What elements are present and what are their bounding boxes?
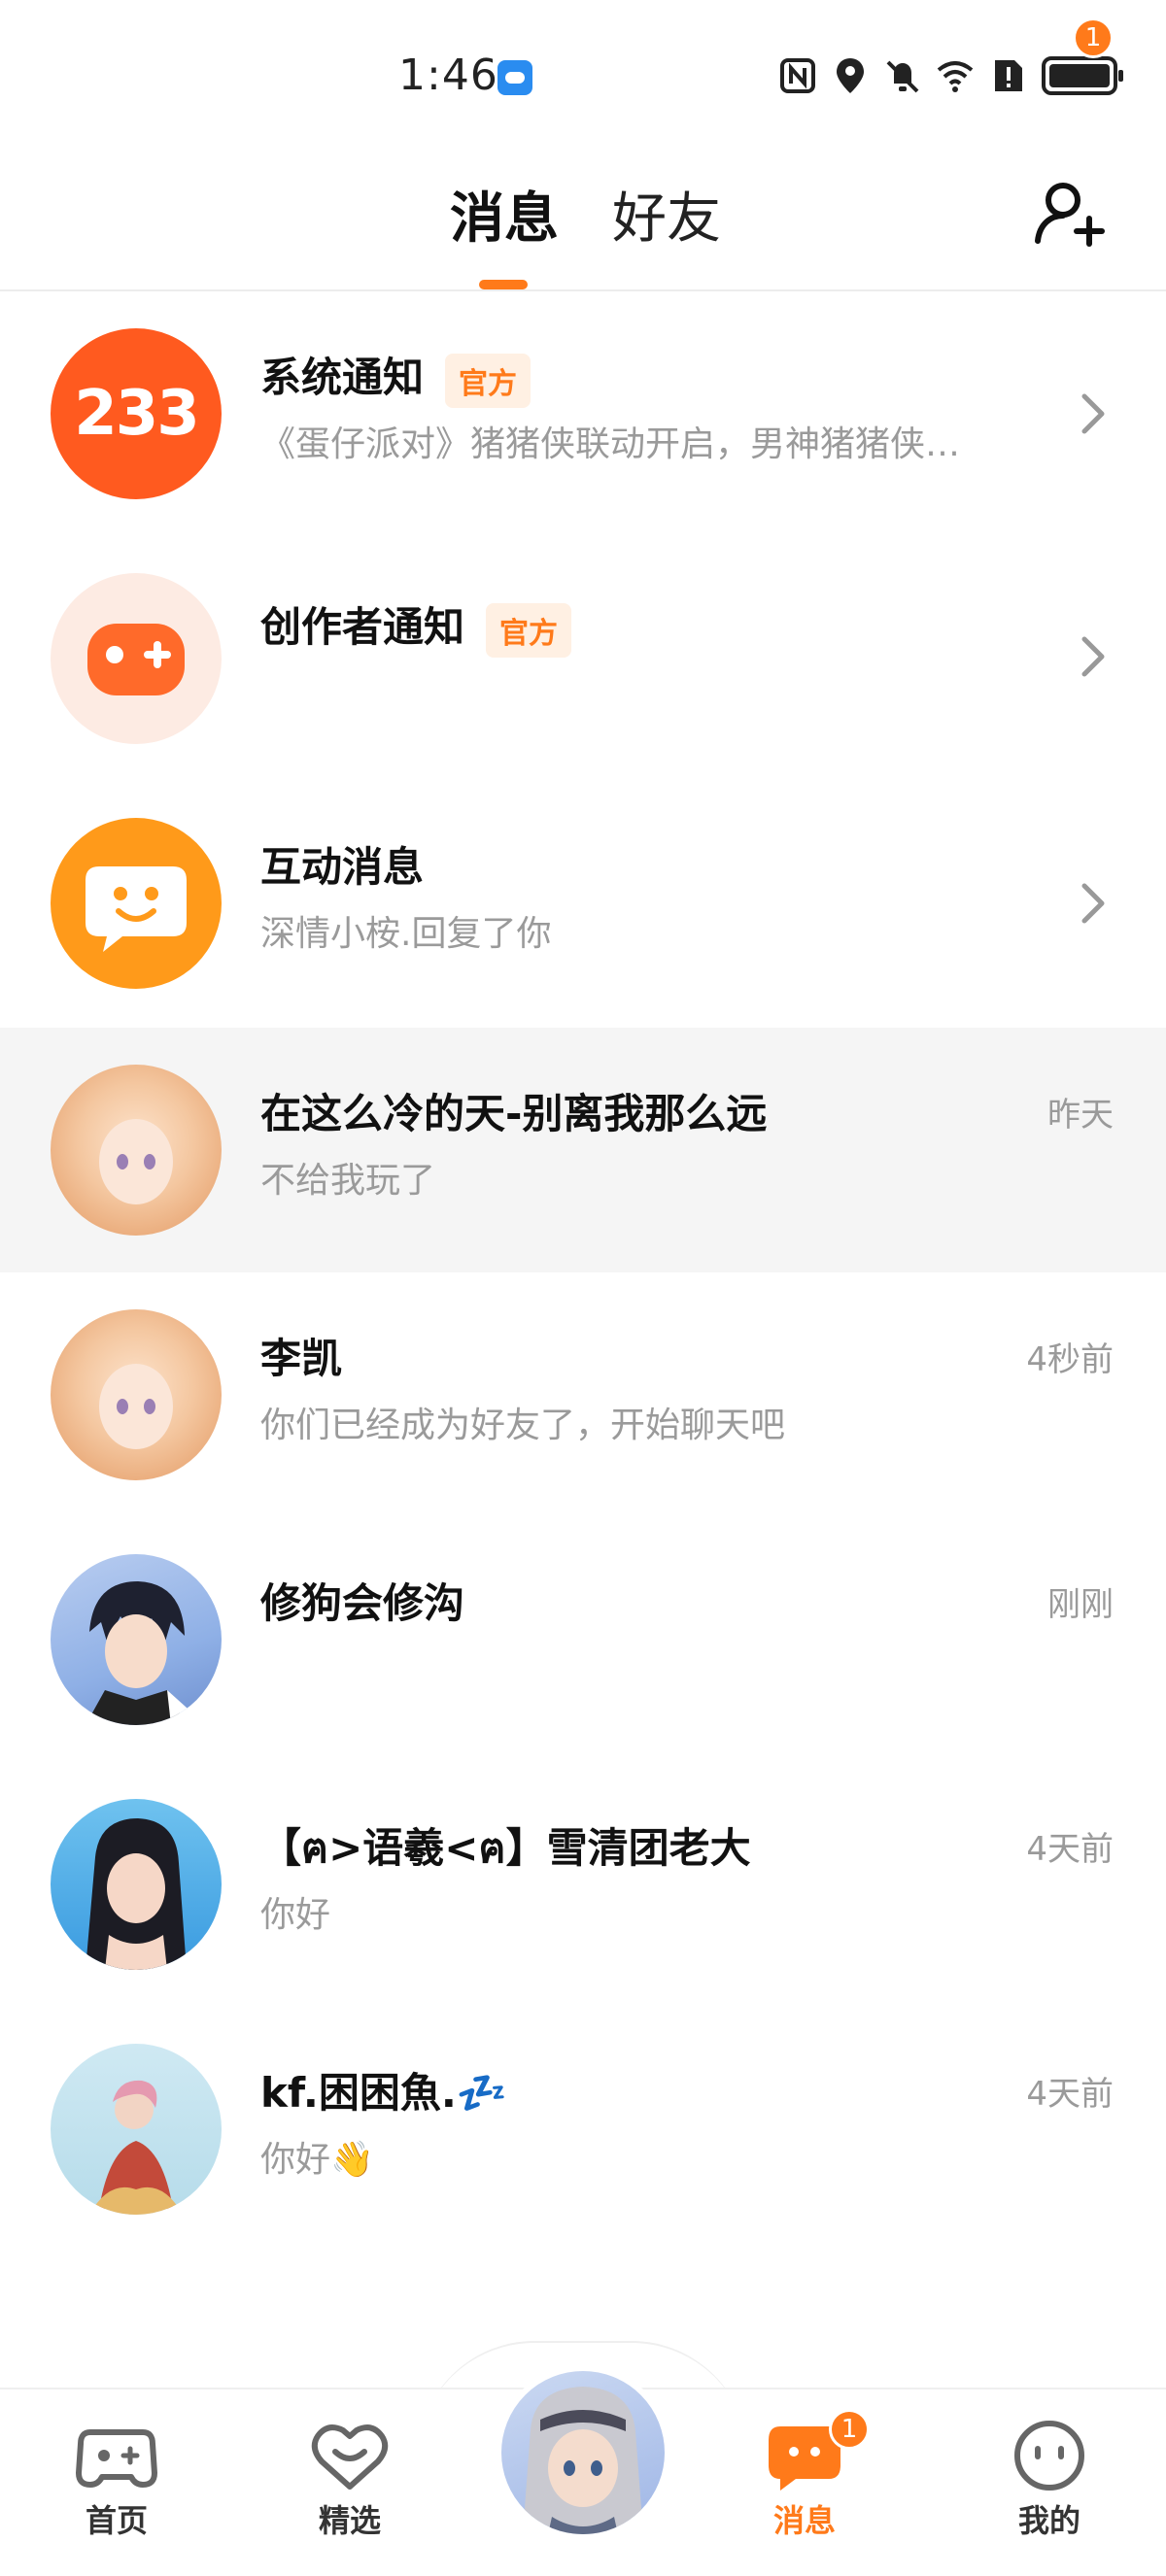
official-badge: 官方 [486, 602, 572, 658]
tab-friends[interactable]: 好友 [612, 175, 721, 254]
message-name: 创作者通知 官方 [260, 594, 572, 658]
message-preview: 《蛋仔派对》猪猪侠联动开启，男神猪猪侠… [260, 424, 961, 464]
message-name: 【ฅ>语羲<ฅ】雪清团老大 [260, 1824, 751, 1872]
user-avatar [51, 1554, 222, 1725]
message-time: 昨天 [1047, 1096, 1114, 1135]
mute-icon [886, 60, 919, 93]
message-preview: 你好👋 [260, 2140, 374, 2180]
message-item-chat[interactable]: kf.困困魚.💤 你好👋 4天前 [0, 2007, 1166, 2252]
status-time: 1:46 [398, 51, 498, 100]
location-icon [837, 58, 864, 93]
message-item-chat[interactable]: 李凯 你们已经成为好友了，开始聊天吧 4秒前 [0, 1272, 1166, 1517]
battery-icon [1042, 56, 1123, 95]
message-preview: 你们已经成为好友了，开始聊天吧 [260, 1406, 786, 1445]
gamepad-icon [87, 624, 185, 695]
message-name-text: 创作者通知 [260, 603, 465, 651]
user-avatar [51, 1065, 222, 1236]
message-name: kf.困困魚.💤 [260, 2069, 508, 2117]
user-avatar [51, 1309, 222, 1480]
message-time: 刚刚 [1047, 1585, 1114, 1624]
anime-girl-avatar-icon [99, 1364, 173, 1449]
smile-bubble-icon [86, 866, 187, 952]
chevron-right-icon [1081, 393, 1105, 434]
nav-home[interactable]: 首页 [49, 2419, 185, 2541]
header: 消息 好友 [0, 146, 1166, 291]
smiley-icon [1014, 2421, 1084, 2491]
official-badge: 官方 [445, 353, 532, 408]
message-name-text: 系统通知 [260, 354, 425, 401]
nav-mine[interactable]: 我的 [981, 2419, 1117, 2541]
creator-avatar [51, 573, 222, 744]
message-item-chat[interactable]: 修狗会修沟 刚刚 [0, 1517, 1166, 1762]
nav-messages-label: 消息 [772, 2502, 836, 2539]
nav-mine-label: 我的 [1017, 2502, 1080, 2539]
chevron-right-icon [1081, 636, 1105, 677]
message-item-system[interactable]: 233 系统通知 官方 《蛋仔派对》猪猪侠联动开启，男神猪猪侠… [0, 291, 1166, 536]
message-name: 系统通知 官方 [260, 345, 532, 408]
message-preview: 你好 [260, 1895, 331, 1935]
nfc-icon [780, 58, 815, 93]
message-item-chat[interactable]: 【ฅ>语羲<ฅ】雪清团老大 你好 4天前 [0, 1762, 1166, 2007]
message-item-chat[interactable]: 在这么冷的天-别离我那么远 不给我玩了 昨天 [0, 1028, 1166, 1272]
anime-girl-avatar-icon [99, 1119, 173, 1204]
message-item-interaction[interactable]: 互动消息 深情小桉.回复了你 [0, 781, 1166, 1026]
message-preview: 不给我玩了 [260, 1161, 436, 1201]
status-bar: 1:46 [0, 0, 1166, 146]
nav-featured[interactable]: 精选 [282, 2419, 418, 2541]
message-name: 在这么冷的天-别离我那么远 [260, 1090, 768, 1137]
message-time: 4天前 [1026, 2075, 1114, 2114]
cloud-app-icon [497, 60, 532, 95]
player-avatar-icon [523, 2387, 643, 2534]
anime-boy-avatar-icon [86, 1581, 206, 1725]
gamepad-icon [76, 2429, 157, 2488]
message-time: 4天前 [1026, 1830, 1114, 1869]
status-icons [779, 56, 1123, 95]
system-avatar-text: 233 [74, 378, 200, 450]
interaction-avatar [51, 818, 222, 989]
nav-featured-label: 精选 [318, 2502, 381, 2539]
user-avatar [51, 2044, 222, 2215]
heart-chat-icon [311, 2424, 389, 2490]
anime-princess-avatar-icon [89, 2080, 183, 2215]
message-time: 4秒前 [1026, 1340, 1114, 1379]
active-tab-indicator [479, 280, 528, 289]
sim-alert-icon [995, 60, 1022, 91]
nav-messages-badge: 1 [829, 2409, 870, 2450]
message-name: 李凯 [260, 1335, 343, 1382]
message-name: 修狗会修沟 [260, 1579, 465, 1627]
center-avatar-button[interactable] [496, 2365, 670, 2540]
chevron-right-icon [1081, 883, 1105, 924]
add-friend-icon[interactable] [1030, 175, 1108, 253]
anime-girl-avatar-icon [86, 1818, 187, 1970]
message-name: 互动消息 [260, 843, 425, 891]
system-avatar: 233 [51, 328, 222, 499]
nav-home-label: 首页 [85, 2502, 148, 2539]
user-avatar [51, 1799, 222, 1970]
message-item-creator[interactable]: 创作者通知 官方 [0, 536, 1166, 781]
message-preview: 深情小桉.回复了你 [260, 914, 552, 954]
add-friend-badge: 1 [1073, 17, 1114, 58]
tab-messages[interactable]: 消息 [450, 175, 559, 254]
wifi-icon [937, 61, 974, 92]
